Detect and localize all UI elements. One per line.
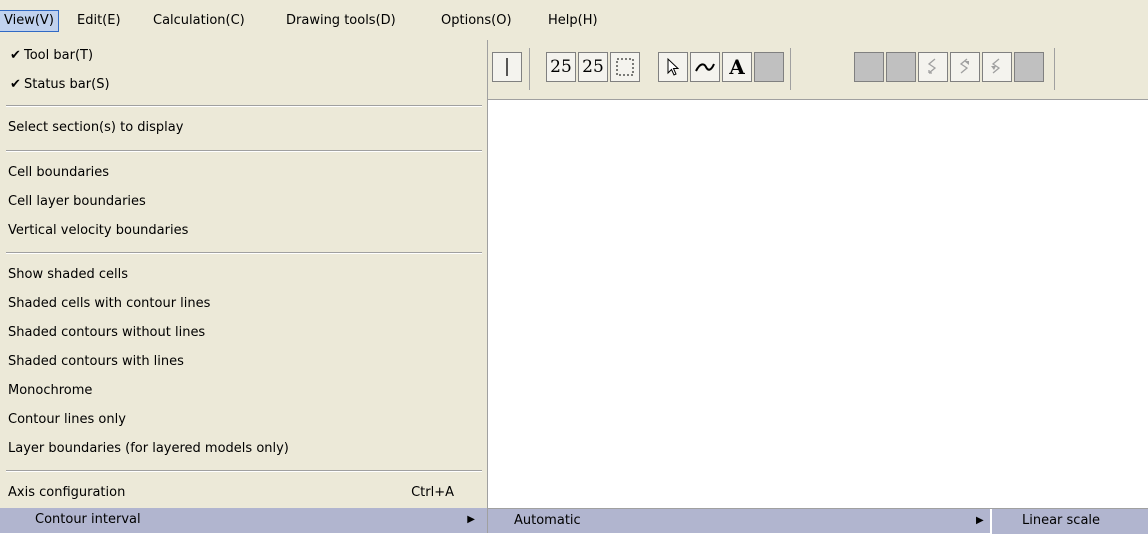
select-region-icon[interactable] [610,52,640,82]
menu-item-vertical-velocity-boundaries[interactable]: Vertical velocity boundaries [0,219,487,243]
disabled-tool-icon-1[interactable] [754,52,784,82]
number-label-b: 25 [582,57,604,77]
text-tool-label: A [729,55,745,79]
menu-separator [6,470,482,472]
menu-bar: View(V) Edit(E) Calculation(C) Drawing t… [0,0,1148,40]
disabled-tool-icon-3[interactable] [886,52,916,82]
menu-item-label: Monochrome [8,383,93,398]
number-label-a: 25 [550,57,572,77]
menu-drawing-tools[interactable]: Drawing tools(D) [282,11,400,31]
shortcut-label: Ctrl+A [411,485,454,500]
menu-item-label: Layer boundaries (for layered models onl… [8,441,289,456]
checkmark-icon: ✔ [10,77,21,92]
contour-interval-submenu: Automatic ▶ Linear scale [488,508,1148,534]
menu-options[interactable]: Options(O) [437,11,516,31]
submenu-arrow-icon: ▶ [976,515,984,526]
submenu-item-automatic[interactable]: Automatic [514,509,581,533]
menu-item-label: Cell boundaries [8,165,110,180]
vertical-line-tool-icon[interactable] [492,52,522,82]
wavy-arrow-icon-2[interactable] [950,52,980,82]
menu-item-label: Shaded contours with lines [8,354,184,369]
toolbar-separator [790,48,791,90]
toolbar: 25 25 A [488,40,1148,100]
menu-item-shaded-cells-contour-lines[interactable]: Shaded cells with contour lines [0,292,487,316]
menu-item-label: Shaded cells with contour lines [8,296,211,311]
menu-item-show-shaded-cells[interactable]: Show shaded cells [0,263,487,287]
menu-item-contour-interval[interactable]: Contour interval ▶ [0,508,487,533]
number-label-button-b[interactable]: 25 [578,52,608,82]
menu-item-label: Show shaded cells [8,267,128,282]
wavy-arrow-icon-3[interactable] [982,52,1012,82]
menu-item-contour-lines-only[interactable]: Contour lines only [0,408,487,432]
menu-item-cell-layer-boundaries[interactable]: Cell layer boundaries [0,190,487,214]
menu-item-label: Cell layer boundaries [8,194,146,209]
menu-item-select-sections[interactable]: Select section(s) to display [0,116,487,140]
disabled-tool-icon-2[interactable] [854,52,884,82]
menu-item-label: Contour interval [35,512,141,527]
menu-item-shaded-contours-without-lines[interactable]: Shaded contours without lines [0,321,487,345]
view-menu: ✔ Tool bar(T) ✔ Status bar(S) Select sec… [0,40,488,533]
menu-item-axis-configuration[interactable]: Axis configuration Ctrl+A [0,481,487,505]
nested-submenu: Linear scale [992,509,1148,534]
menu-item-layer-boundaries[interactable]: Layer boundaries (for layered models onl… [0,437,487,461]
menu-item-label: Status bar(S) [24,77,110,92]
number-label-button-a[interactable]: 25 [546,52,576,82]
menu-separator [6,252,482,254]
curve-tool-icon[interactable] [690,52,720,82]
menu-item-label: Tool bar(T) [24,48,94,63]
toolbar-separator [529,48,530,90]
menu-calculation[interactable]: Calculation(C) [149,11,249,31]
text-tool-icon[interactable]: A [722,52,752,82]
menu-item-tool-bar[interactable]: ✔ Tool bar(T) [0,44,487,68]
menu-view[interactable]: View(V) [0,10,59,32]
submenu-arrow-icon: ▶ [467,514,475,525]
menu-item-label: Select section(s) to display [8,120,184,135]
submenu-item-linear-scale[interactable]: Linear scale [1022,509,1100,533]
pointer-icon[interactable] [658,52,688,82]
disabled-tool-icon-4[interactable] [1014,52,1044,82]
menu-item-label: Vertical velocity boundaries [8,223,189,238]
wavy-arrow-icon-1[interactable] [918,52,948,82]
menu-item-label: Axis configuration [8,485,126,500]
menu-item-monochrome[interactable]: Monochrome [0,379,487,403]
menu-separator [6,150,482,152]
menu-item-label: Shaded contours without lines [8,325,206,340]
menu-item-cell-boundaries[interactable]: Cell boundaries [0,161,487,185]
menu-item-status-bar[interactable]: ✔ Status bar(S) [0,73,487,97]
menu-item-label: Contour lines only [8,412,126,427]
menu-separator [6,105,482,107]
toolbar-separator [1054,48,1055,90]
menu-item-shaded-contours-with-lines[interactable]: Shaded contours with lines [0,350,487,374]
checkmark-icon: ✔ [10,48,21,63]
menu-edit[interactable]: Edit(E) [73,11,125,31]
menu-help[interactable]: Help(H) [544,11,602,31]
